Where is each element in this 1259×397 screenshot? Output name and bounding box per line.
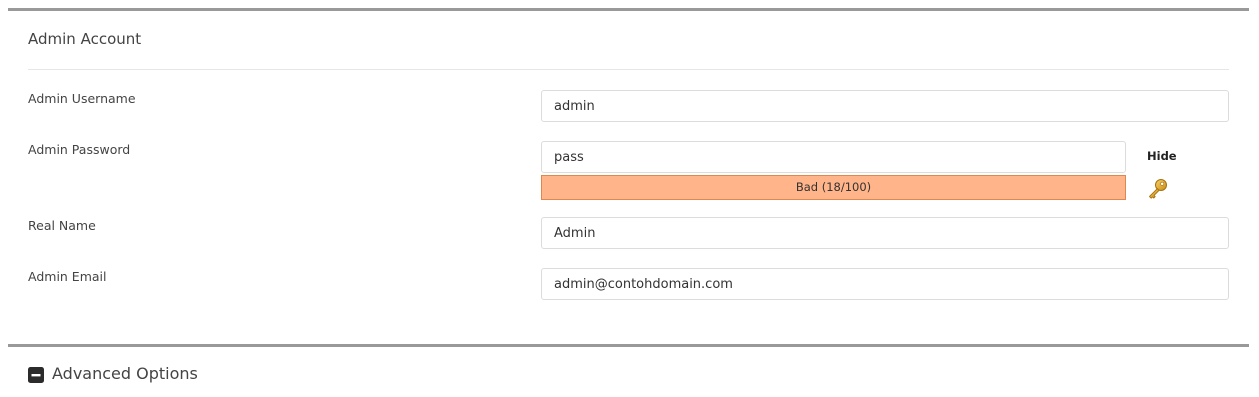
real-name-label: Real Name	[28, 218, 96, 233]
admin-password-label: Admin Password	[28, 142, 131, 157]
collapse-minus-icon[interactable]	[28, 367, 44, 383]
advanced-options-toggle[interactable]: Advanced Options	[52, 364, 198, 383]
admin-account-panel: Admin Account Admin Username Admin Passw…	[8, 8, 1249, 333]
advanced-options-panel: Advanced Options	[8, 344, 1249, 397]
real-name-input[interactable]	[541, 217, 1229, 249]
admin-username-input[interactable]	[541, 90, 1229, 122]
admin-password-input[interactable]	[541, 141, 1126, 173]
hide-password-link[interactable]: Hide	[1147, 149, 1177, 163]
admin-username-label: Admin Username	[28, 91, 136, 106]
password-strength-meter: Bad (18/100)	[541, 175, 1126, 200]
section-divider	[28, 69, 1229, 70]
admin-account-title: Admin Account	[28, 30, 142, 48]
admin-email-input[interactable]	[541, 268, 1229, 300]
admin-email-label: Admin Email	[28, 269, 107, 284]
key-icon[interactable]	[1146, 177, 1170, 201]
